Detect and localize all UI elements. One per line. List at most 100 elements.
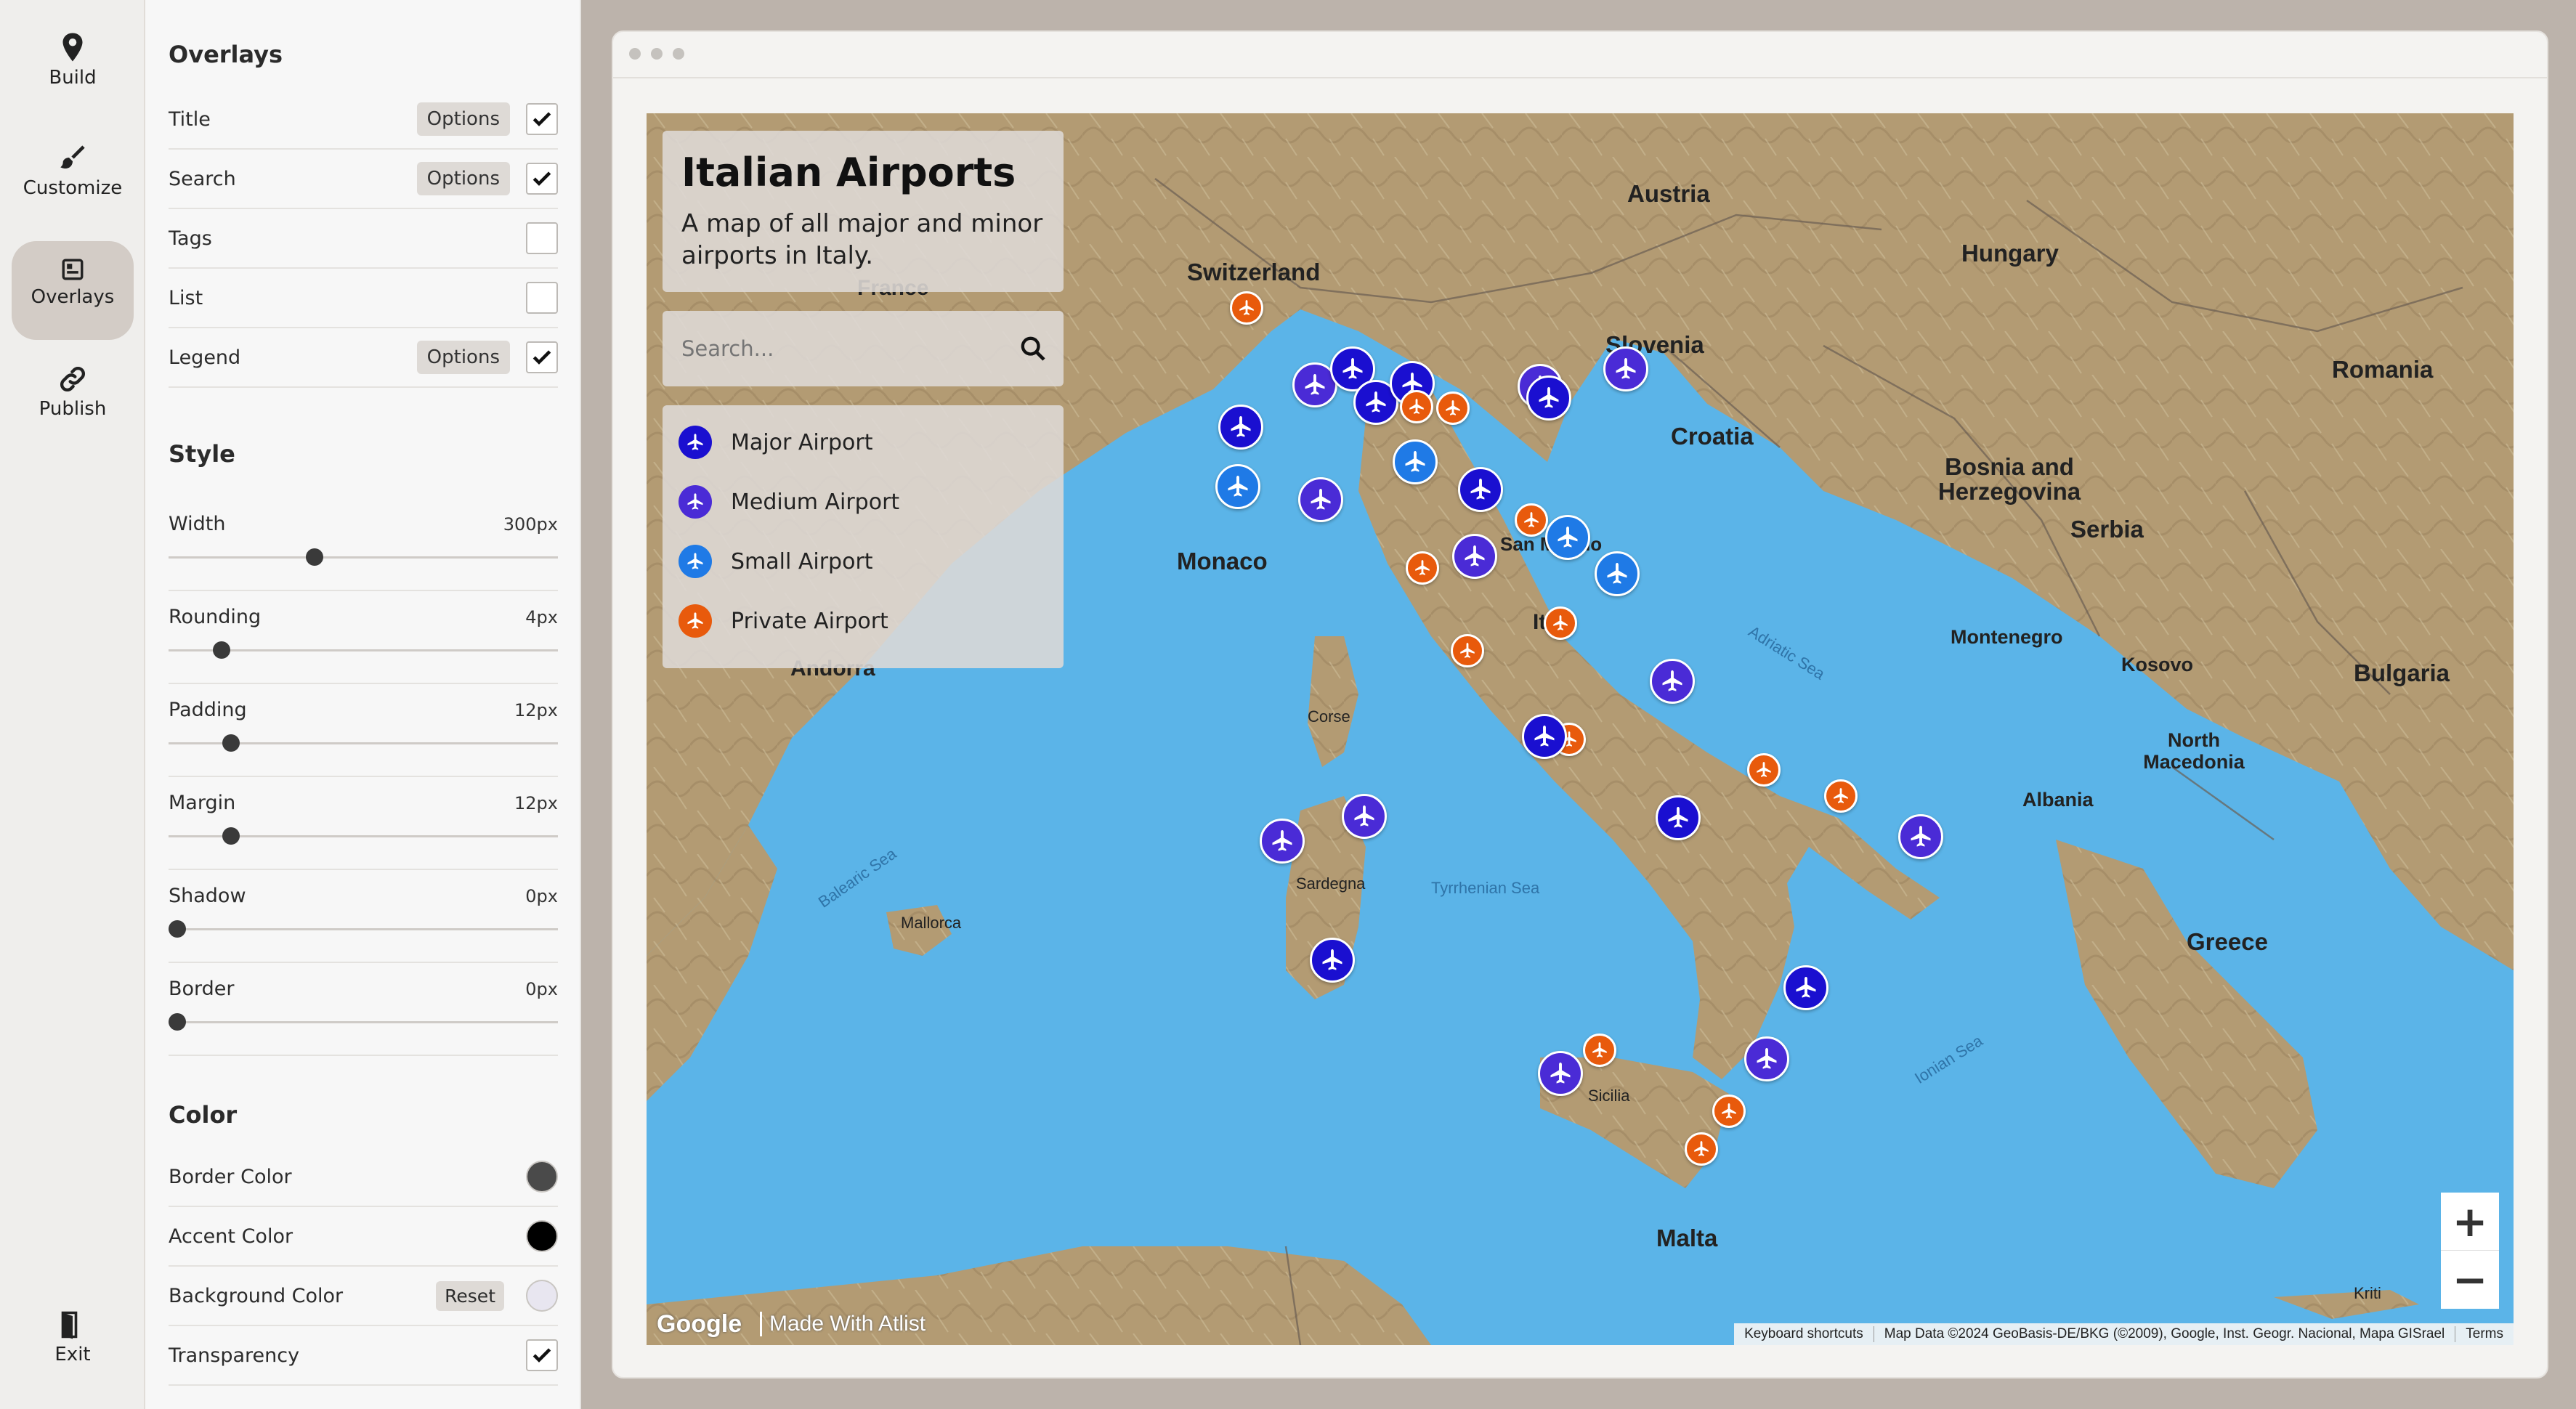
legend-marker-icon [679, 604, 712, 638]
map-data-credit: Map Data ©2024 GeoBasis-DE/BKG (©2009), … [1874, 1326, 2456, 1342]
slider-track[interactable] [169, 928, 558, 930]
airport-marker[interactable] [1260, 819, 1305, 864]
color-row-accent: Accent Color [169, 1207, 558, 1267]
private-airport-marker[interactable] [1230, 291, 1263, 325]
airport-marker[interactable] [1215, 464, 1260, 509]
made-with-atlist[interactable]: Made With Atlist [760, 1312, 926, 1336]
search-options-button[interactable]: Options [416, 162, 510, 195]
airport-marker[interactable] [1393, 439, 1438, 484]
private-airport-marker[interactable] [1583, 1034, 1616, 1067]
airport-marker[interactable] [1545, 515, 1590, 560]
slider-knob[interactable] [213, 641, 231, 659]
rail-item-build[interactable]: Build [12, 32, 134, 131]
background-reset-button[interactable]: Reset [436, 1280, 504, 1311]
airport-marker[interactable] [1310, 938, 1355, 983]
background-color-swatch[interactable] [526, 1280, 558, 1312]
slider-value: 4px [525, 607, 558, 628]
airport-marker[interactable] [1522, 714, 1567, 759]
slider-label: Width [169, 513, 226, 535]
private-airport-marker[interactable] [1544, 606, 1577, 640]
legend-label: Medium Airport [731, 489, 900, 515]
terms-link[interactable]: Terms [2455, 1326, 2514, 1342]
private-airport-marker[interactable] [1406, 551, 1439, 585]
legend-item: Major Airport [679, 424, 873, 460]
rail-item-overlays[interactable]: Overlays [12, 241, 134, 340]
map-canvas[interactable]: Austria Hungary Switzerland France Slove… [647, 113, 2514, 1345]
keyboard-shortcuts-link[interactable]: Keyboard shortcuts [1734, 1326, 1874, 1342]
legend-checkbox[interactable] [526, 341, 558, 373]
private-airport-marker[interactable] [1824, 779, 1858, 813]
search-input[interactable] [681, 331, 1001, 366]
list-checkbox[interactable] [526, 282, 558, 314]
overlay-row-legend: Legend Options [169, 328, 558, 388]
zoom-in-button[interactable]: + [2441, 1193, 2499, 1251]
overlays-icon [62, 259, 84, 280]
slider-track[interactable] [169, 1021, 558, 1023]
overlay-row-list: List [169, 269, 558, 328]
link-icon [60, 366, 86, 392]
airport-marker[interactable] [1898, 814, 1943, 859]
slider-knob[interactable] [169, 920, 186, 938]
country-label: Albania [2022, 789, 2094, 811]
transparency-checkbox[interactable] [526, 1339, 558, 1371]
title-checkbox[interactable] [526, 103, 558, 135]
private-airport-marker[interactable] [1515, 503, 1548, 537]
legend-marker-icon [679, 545, 712, 578]
section-title-overlays: Overlays [169, 41, 283, 68]
airport-marker[interactable] [1458, 467, 1503, 512]
slider-knob[interactable] [222, 734, 240, 752]
slider-knob[interactable] [306, 548, 324, 566]
titlebar-divider [613, 77, 2547, 78]
private-airport-marker[interactable] [1436, 391, 1470, 425]
map-search-box[interactable] [663, 311, 1064, 386]
rail-label: Build [49, 67, 97, 89]
airport-marker[interactable] [1650, 659, 1695, 704]
overlay-row-search: Search Options [169, 150, 558, 209]
airport-marker[interactable] [1538, 1051, 1583, 1096]
slider-knob[interactable] [222, 827, 240, 845]
search-checkbox[interactable] [526, 163, 558, 195]
rail-item-publish[interactable]: Publish [12, 356, 134, 455]
tags-checkbox[interactable] [526, 222, 558, 254]
legend-options-button[interactable]: Options [416, 341, 510, 374]
private-airport-marker[interactable] [1685, 1132, 1718, 1166]
place-label: Corse [1308, 707, 1350, 726]
airport-marker[interactable] [1603, 346, 1648, 391]
airport-marker[interactable] [1298, 477, 1343, 522]
place-label: Mallorca [901, 914, 962, 932]
window-dot [673, 48, 684, 60]
airport-marker[interactable] [1656, 795, 1701, 840]
check-icon [532, 112, 551, 126]
zoom-out-button[interactable]: − [2441, 1251, 2499, 1309]
airport-marker[interactable] [1783, 965, 1828, 1010]
exit-button[interactable]: Exit [12, 1310, 134, 1409]
place-label: Sardegna [1296, 874, 1366, 893]
country-label: Austria [1627, 180, 1710, 207]
slider-value: 0px [525, 886, 558, 906]
search-icon[interactable] [1018, 334, 1048, 363]
map-legend: Major Airport Medium Airport Small Airport… [663, 405, 1064, 668]
legend-item: Small Airport [679, 543, 873, 580]
slider-track[interactable] [169, 556, 558, 559]
private-airport-marker[interactable] [1451, 634, 1484, 667]
slider-knob[interactable] [169, 1013, 186, 1031]
border-color-swatch[interactable] [526, 1161, 558, 1193]
airport-marker[interactable] [1744, 1036, 1789, 1081]
private-airport-marker[interactable] [1400, 390, 1433, 423]
section-title-style: Style [169, 440, 235, 468]
place-label: Sicilia [1588, 1087, 1630, 1105]
private-airport-marker[interactable] [1712, 1095, 1746, 1128]
airport-marker[interactable] [1218, 405, 1263, 450]
accent-color-swatch[interactable] [526, 1220, 558, 1252]
title-options-button[interactable]: Options [416, 102, 510, 136]
airport-marker[interactable] [1526, 375, 1571, 421]
country-label: Bulgaria [2354, 659, 2450, 686]
brush-icon [60, 145, 85, 168]
rail-label: Customize [23, 177, 123, 199]
airport-marker[interactable] [1595, 551, 1640, 596]
airport-marker[interactable] [1342, 794, 1387, 839]
private-airport-marker[interactable] [1747, 753, 1781, 787]
rail-item-customize[interactable]: Customize [12, 139, 134, 238]
window-dot [629, 48, 641, 60]
airport-marker[interactable] [1452, 534, 1497, 579]
